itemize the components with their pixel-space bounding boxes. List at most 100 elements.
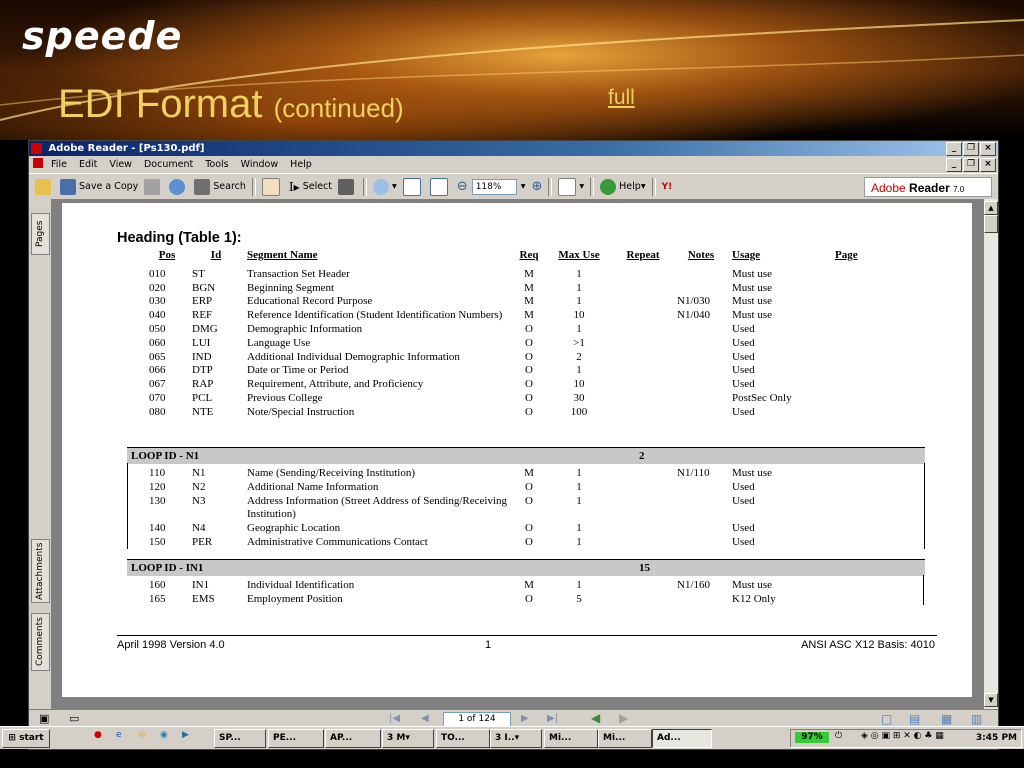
- menu-edit[interactable]: Edit: [79, 159, 97, 170]
- hand-tool-button[interactable]: [261, 177, 283, 196]
- col-req: Req: [519, 249, 539, 261]
- rotate-button[interactable]: ▾: [558, 177, 584, 196]
- cell-page: [832, 268, 879, 282]
- tab-attachments[interactable]: Attachments: [31, 539, 50, 603]
- media-icon[interactable]: ▶: [182, 730, 189, 740]
- browser-icon[interactable]: ◉: [160, 730, 168, 740]
- page-view-icon[interactable]: ▭: [69, 712, 79, 725]
- task-pe[interactable]: PE...: [268, 729, 324, 748]
- restore-button[interactable]: ❐: [963, 142, 979, 156]
- last-page-button[interactable]: ▶|: [547, 713, 558, 724]
- doc-restore-button[interactable]: ❐: [963, 158, 979, 172]
- search-button[interactable]: Search: [194, 178, 246, 195]
- first-page-button[interactable]: |◀: [389, 713, 400, 724]
- cell-req: M: [524, 295, 534, 308]
- vertical-scrollbar[interactable]: ▲ ▼: [984, 199, 998, 709]
- table-row: 040 REF Reference Identification (Student …: [146, 309, 879, 323]
- ie-icon[interactable]: e: [116, 730, 122, 740]
- zoom-in-button[interactable]: ⊕: [531, 179, 542, 194]
- close-button[interactable]: ×: [980, 142, 996, 156]
- cell-id: RAP: [192, 378, 214, 391]
- task-to[interactable]: TO...: [436, 729, 490, 748]
- loop-header-in1: LOOP ID - IN1 15: [127, 559, 925, 576]
- page-number-field[interactable]: 1 of 124: [443, 712, 511, 727]
- task-3m[interactable]: 3 M▾: [382, 729, 434, 748]
- cell-page: [832, 378, 879, 392]
- cell-repeat: [613, 282, 674, 296]
- clock[interactable]: 3:45 PM: [976, 730, 1017, 747]
- cell-id: NTE: [192, 405, 214, 418]
- continuous-facing-icon[interactable]: ▥: [971, 712, 982, 726]
- task-sp[interactable]: SP...: [214, 729, 266, 748]
- power-plug-icon[interactable]: ⏻: [835, 731, 842, 741]
- quicklaunch-icon[interactable]: ●: [94, 730, 102, 740]
- menu-tools[interactable]: Tools: [205, 159, 228, 170]
- plus-circle-icon: ⊕: [531, 179, 543, 194]
- cell-repeat: [613, 309, 674, 323]
- facing-icon[interactable]: ▦: [941, 712, 952, 726]
- minimize-button[interactable]: _: [946, 142, 962, 156]
- battery-indicator[interactable]: 97%: [795, 732, 829, 743]
- binoculars-icon: [194, 178, 211, 195]
- single-page-icon[interactable]: □: [881, 712, 892, 726]
- task-mi-2[interactable]: Mi...: [598, 729, 652, 748]
- help-button[interactable]: Help ▾: [600, 178, 646, 195]
- cell-usage: Used: [732, 364, 755, 377]
- camera-icon: [338, 178, 354, 195]
- menu-window[interactable]: Window: [241, 159, 278, 170]
- email-button[interactable]: [169, 178, 188, 195]
- doc-minimize-button[interactable]: _: [946, 158, 962, 172]
- menu-help[interactable]: Help: [290, 159, 312, 170]
- actual-size-button[interactable]: [402, 177, 424, 196]
- start-button[interactable]: ⊞ start: [2, 729, 50, 748]
- outlook-icon[interactable]: ◎: [138, 730, 146, 740]
- table-heading: Heading (Table 1):: [117, 230, 242, 246]
- zoom-input[interactable]: 118%: [471, 178, 517, 195]
- search-label: Search: [213, 181, 246, 192]
- tab-pages[interactable]: Pages: [31, 213, 50, 255]
- panel-toggle-icon[interactable]: ▣: [39, 712, 49, 725]
- task-3i[interactable]: 3 I..▾: [490, 729, 542, 748]
- cell-notes: [674, 364, 729, 378]
- zoom-in-tool-button[interactable]: ▾: [373, 178, 397, 195]
- open-button[interactable]: [35, 178, 54, 195]
- cell-segment-name: Beginning Segment: [247, 281, 335, 294]
- doc-close-button[interactable]: ×: [980, 158, 996, 172]
- full-link[interactable]: full: [608, 86, 635, 110]
- cell-notes: [674, 351, 729, 365]
- print-button[interactable]: [144, 178, 163, 195]
- table-row: 060 LUI Language Use O >1 Used: [146, 337, 879, 351]
- next-page-button[interactable]: ▶: [521, 713, 529, 724]
- scroll-down-button[interactable]: ▼: [984, 693, 998, 707]
- back-view-button[interactable]: ◀: [591, 711, 600, 725]
- cell-repeat: [613, 392, 674, 406]
- cell-id: PCL: [192, 391, 213, 404]
- snapshot-button[interactable]: [338, 178, 357, 195]
- previous-page-button[interactable]: ◀: [421, 713, 429, 724]
- tab-comments[interactable]: Comments: [31, 613, 50, 671]
- document-viewport[interactable]: Heading (Table 1): Pos Id Segment Name R…: [52, 199, 984, 709]
- yahoo-button[interactable]: Y!: [662, 182, 673, 192]
- toolbar: Save a Copy Search I▸ Select ▾ ⊖ 118% ▾ …: [29, 173, 998, 199]
- task-mi-1[interactable]: Mi...: [544, 729, 598, 748]
- save-copy-button[interactable]: Save a Copy: [60, 178, 138, 195]
- chevron-down-icon: ▾: [520, 181, 526, 192]
- continuous-icon[interactable]: ▤: [909, 712, 920, 726]
- forward-view-button[interactable]: ▶: [619, 711, 628, 725]
- menu-view[interactable]: View: [109, 159, 132, 170]
- tray-icons[interactable]: ◈ ◎ ▣ ⊞ ✕ ◐ ♣ ▦: [861, 731, 944, 741]
- zoom-dropdown[interactable]: ▾: [521, 181, 526, 192]
- zoom-out-button[interactable]: ⊖: [457, 179, 468, 194]
- menu-file[interactable]: File: [51, 159, 67, 170]
- fit-width-button[interactable]: [429, 177, 451, 196]
- navigation-panel: Pages Attachments Comments: [29, 199, 52, 709]
- page-rotate-icon: [558, 177, 577, 196]
- cell-page: [832, 282, 879, 296]
- scroll-thumb[interactable]: [984, 215, 998, 233]
- select-tool-button[interactable]: I▸ Select: [289, 180, 332, 194]
- cell-segment-name: Requirement, Attribute, and Proficiency: [247, 378, 424, 391]
- task-ap[interactable]: AP...: [325, 729, 381, 748]
- task-adobe[interactable]: Ad...: [652, 729, 712, 748]
- scroll-up-button[interactable]: ▲: [984, 201, 998, 215]
- menu-document[interactable]: Document: [144, 159, 193, 170]
